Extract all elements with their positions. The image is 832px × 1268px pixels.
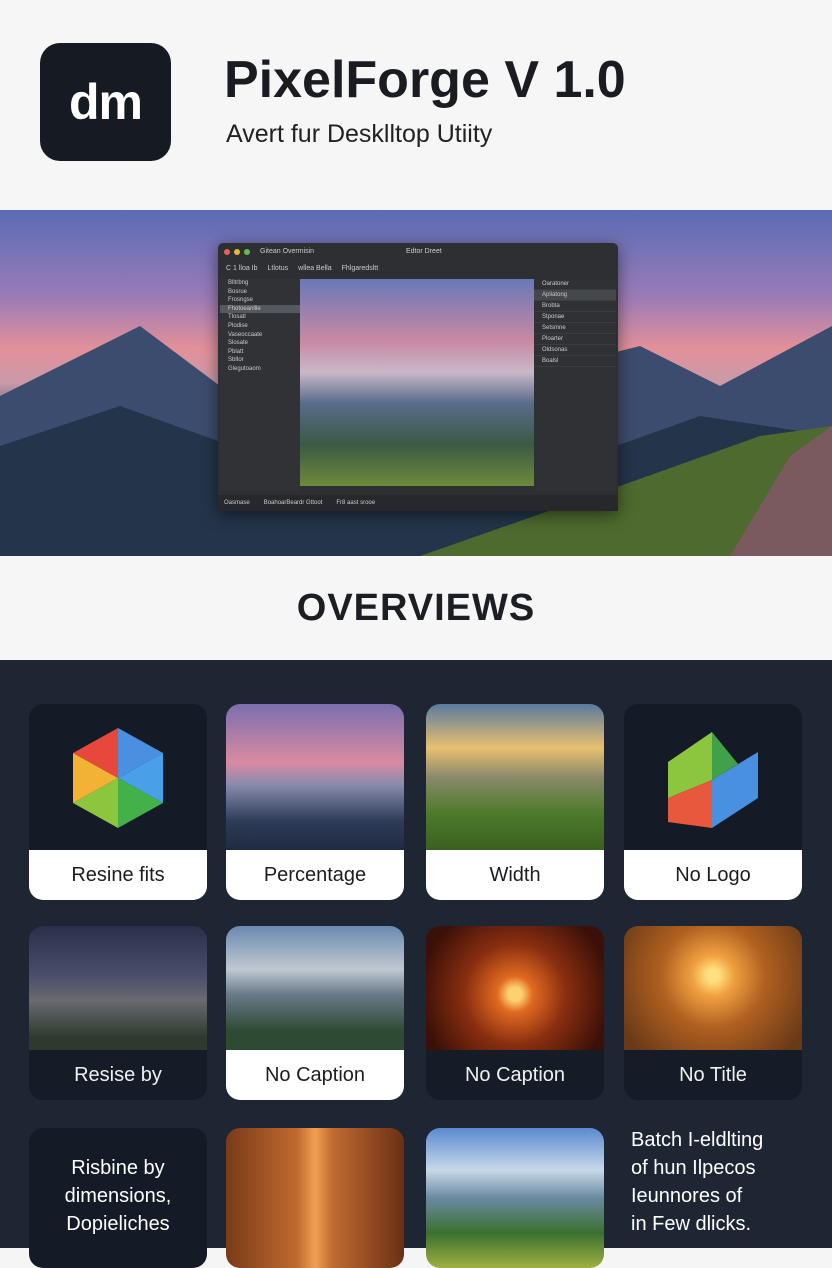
window-controls[interactable] — [224, 249, 250, 255]
valley-image — [426, 704, 604, 850]
toolbar-item[interactable]: Fhlgaredsltt — [342, 265, 379, 272]
window-title: Edtor Dreet — [406, 248, 442, 255]
overview-heading: OVERVIEWS — [0, 556, 832, 660]
status-bar: Oasmase BoahoarBeardr Gttoot Fr8 aast sr… — [218, 495, 618, 511]
panel-item[interactable]: Tlosatl — [220, 313, 300, 322]
card-label: No Caption — [226, 1050, 404, 1100]
alpine-image — [226, 926, 404, 1050]
toolbar-item[interactable]: C 1 lloa Ib — [226, 265, 258, 272]
text-line: in Few dlicks. — [631, 1213, 752, 1235]
feature-card[interactable]: No Caption — [426, 926, 604, 1100]
text-card: Risbine by dimensions, Dopieliches — [29, 1128, 207, 1268]
card-text-line: Dopieliches — [66, 1213, 170, 1235]
hexagon-logo-icon — [73, 728, 163, 828]
overview-grid: Resine fits Percentage Width No Logo Res… — [0, 660, 832, 1268]
feature-card[interactable]: No Caption — [226, 926, 404, 1100]
batch-editing-text: Batch I‑eldlting of hun Ilpecos Ieunnore… — [631, 1126, 763, 1238]
panel-item[interactable]: Setsmne — [534, 323, 616, 334]
panel-item[interactable]: Stponae — [534, 312, 616, 323]
image-canvas[interactable] — [300, 279, 534, 486]
panel-item[interactable]: Pblatt — [220, 348, 300, 357]
panel-item[interactable]: Bosrue — [220, 288, 300, 297]
cave-image — [426, 926, 604, 1050]
canyon-image[interactable] — [226, 1128, 404, 1268]
toolbar-item[interactable]: wllea Bella — [298, 265, 331, 272]
green-valley-image[interactable] — [426, 1128, 604, 1268]
app-window: Gitean Overmisin Edtor Dreet C 1 lloa Ib… — [218, 243, 618, 511]
panel-item-selected[interactable]: Fhotoeanllle — [220, 304, 300, 314]
feature-card[interactable]: Percentage — [226, 704, 404, 900]
desert-sunset-image — [624, 926, 802, 1050]
panel-item[interactable]: Sbltor — [220, 356, 300, 365]
card-label: No Title — [624, 1050, 802, 1100]
panel-item-selected[interactable]: Apliatong — [534, 290, 616, 301]
card-label: Percentage — [226, 850, 404, 900]
card-text-line: Risbine by — [71, 1157, 165, 1179]
right-panel: Oaratoner Apliatong Brobta Stponae Setsm… — [534, 279, 616, 491]
card-label: No Caption — [426, 1050, 604, 1100]
panel-item[interactable]: Ploarter — [534, 334, 616, 345]
left-panel: Blltrbng Bosrue Frosngse Fhotoeanllle Tl… — [220, 279, 300, 491]
mountain-image — [226, 704, 404, 850]
card-label: Width — [426, 850, 604, 900]
card-label: Resise by — [29, 1050, 207, 1100]
text-line: Ieunnores of — [631, 1185, 743, 1207]
panel-item[interactable]: Plodise — [220, 322, 300, 331]
panel-item[interactable]: Brobta — [534, 301, 616, 312]
status-text: Fr8 aast srooe — [336, 500, 376, 506]
toolbar: C 1 lloa Ib Ltlotus wllea Bella Fhlgared… — [226, 265, 378, 272]
panel-item[interactable]: Glegutoaom — [220, 365, 300, 374]
toolbar-item[interactable]: Ltlotus — [268, 265, 289, 272]
card-label: No Logo — [624, 850, 802, 900]
panel-item[interactable]: Vaseoccaate — [220, 331, 300, 340]
cube-logo-icon — [668, 732, 758, 828]
text-line: of hun Ilpecos — [631, 1157, 756, 1179]
window-title-left: Gitean Overmisin — [260, 248, 315, 255]
card-label: Resine fits — [29, 850, 207, 900]
feature-card[interactable]: Width — [426, 704, 604, 900]
panel-item[interactable]: Frosngse — [220, 296, 300, 305]
hero-banner: Gitean Overmisin Edtor Dreet C 1 lloa Ib… — [0, 210, 832, 556]
text-line: Batch I‑eldlting — [631, 1129, 764, 1151]
status-text: Oasmase — [224, 500, 250, 506]
feature-card[interactable]: No Logo — [624, 704, 802, 900]
page-title: PixelForge V 1.0 — [224, 51, 626, 109]
panel-item[interactable]: Slosate — [220, 339, 300, 348]
header: dm PixelForge V 1.0 Avert fur Desklltop … — [0, 0, 832, 210]
feature-card[interactable]: Resise by — [29, 926, 207, 1100]
panel-item[interactable]: Oldsonas — [534, 345, 616, 356]
starry-mountain-image — [29, 926, 207, 1050]
app-logo: dm — [40, 43, 171, 161]
panel-item[interactable]: Boalsl — [534, 356, 616, 367]
card-text-line: dimensions, — [64, 1185, 172, 1207]
status-text: BoahoarBeardr Gttoot — [263, 500, 323, 506]
feature-card[interactable]: Resine fits — [29, 704, 207, 900]
page-subtitle: Avert fur Desklltop Utiity — [226, 120, 493, 148]
panel-header: Oaratoner — [534, 279, 616, 290]
feature-card[interactable]: No Title — [624, 926, 802, 1100]
panel-item[interactable]: Blltrbng — [220, 279, 300, 288]
